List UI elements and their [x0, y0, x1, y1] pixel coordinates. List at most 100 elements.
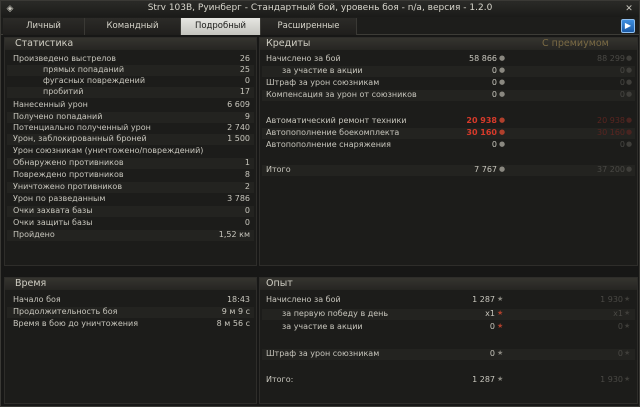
stats-row-value: 0	[244, 76, 250, 85]
stats-row-label: Обнаружено противников	[13, 158, 124, 167]
stats-row-value: 2	[244, 182, 250, 191]
stats-row-value: 6 609	[227, 100, 250, 109]
time-header: Время	[5, 278, 256, 290]
experience-row-value: 1 287	[472, 375, 495, 384]
credits-row: Компенсация за урон от союзников 0 ● 0 ●	[262, 90, 635, 101]
credits-panel: Кредиты С премиумом Начислено за бой 58 8…	[259, 37, 638, 266]
stats-row-label: Очки защиты базы	[13, 218, 93, 227]
stats-row: Потенциально полученный урон 2 740	[7, 123, 254, 134]
credits-row-value: 0	[491, 90, 497, 99]
credit-coin-icon: ●	[499, 116, 506, 124]
stats-row-value: 1 500	[227, 134, 250, 143]
experience-row-value: 1 287	[472, 295, 495, 304]
statistics-panel: Статистика Произведено выстрелов 26 прямых…	[4, 37, 257, 266]
credits-row-label: Автопополнение снаряжения	[266, 140, 391, 149]
stats-row: Получено попаданий 9	[7, 112, 254, 123]
stats-row: Урон союзникам (уничтожено/повреждений)	[7, 146, 254, 157]
window-title: Strv 103B, Руинберг - Стандартный бой, у…	[147, 3, 493, 13]
credit-coin-icon: ●	[499, 78, 506, 86]
time-row-value: 8 м 56 с	[216, 319, 250, 328]
xp-star-icon: ★	[497, 322, 504, 330]
credits-row-label: Автопополнение боекомплекта	[266, 128, 400, 137]
stats-row: Пройдено 1,52 км	[7, 230, 254, 241]
credits-row: Автопополнение боекомплекта 30 160 ● 30 160…	[262, 128, 635, 139]
experience-row-value: 0	[489, 322, 495, 331]
credit-coin-icon: ●	[499, 90, 506, 98]
credits-row-label: за участие в акции	[282, 66, 363, 75]
credits-row-premium: 88 299	[597, 54, 625, 63]
credit-coin-icon: ●	[626, 116, 633, 124]
xp-star-icon: ★	[624, 322, 631, 330]
stats-row-value: 25	[239, 65, 250, 74]
experience-row-value: 0	[489, 349, 495, 358]
stats-row-label: пробитий	[43, 87, 84, 96]
stats-row-value: 2 740	[227, 123, 250, 132]
stats-row-label: Урон союзникам (уничтожено/повреждений)	[13, 146, 204, 155]
next-arrow-button[interactable]: ▶	[621, 19, 635, 33]
stats-row-value: 8	[244, 170, 250, 179]
experience-row-label: Итого:	[266, 375, 294, 384]
stats-row: Уничтожено противников 2	[7, 182, 254, 193]
stats-row-value: 26	[239, 54, 250, 63]
stats-row-label: Повреждено противников	[13, 170, 124, 179]
credits-row-premium: 30 160	[597, 128, 625, 137]
battle-results-window: ◈ Strv 103B, Руинберг - Стандартный бой,…	[0, 0, 640, 407]
time-row-label: Продолжительность боя	[13, 307, 118, 316]
stats-row-value: 1,52 км	[218, 230, 250, 239]
stats-row: фугасных повреждений 0	[7, 76, 254, 87]
stats-row-label: Нанесенный урон	[13, 100, 88, 109]
xp-star-icon: ★	[624, 295, 631, 303]
credit-coin-icon: ●	[499, 165, 506, 173]
credit-coin-icon: ●	[499, 128, 506, 136]
credits-row: Штраф за урон союзникам 0 ● 0 ●	[262, 78, 635, 89]
credit-coin-icon: ●	[499, 140, 506, 148]
time-row-label: Начало боя	[13, 295, 61, 304]
experience-row: Штраф за урон союзникам 0 ★ 0 ★	[262, 349, 635, 360]
credits-row-premium: 0	[619, 66, 625, 75]
premium-header: С премиумом	[542, 38, 609, 49]
credit-coin-icon: ●	[626, 54, 633, 62]
xp-star-icon: ★	[497, 295, 504, 303]
tab-detailed-report[interactable]: Подробный отчет	[181, 18, 261, 48]
credit-coin-icon: ●	[626, 140, 633, 148]
experience-row: Начислено за бой 1 287 ★ 1 930 ★	[262, 295, 635, 306]
title-bar[interactable]: ◈ Strv 103B, Руинберг - Стандартный бой,…	[1, 1, 639, 17]
tab-bar: Личный результат Командный результат Под…	[1, 17, 639, 48]
time-panel: Время Начало боя 18:43 Продолжительность б…	[4, 277, 257, 404]
stats-row-label: Потенциально полученный урон	[13, 123, 151, 132]
time-row-value: 9 м 9 с	[221, 307, 250, 316]
xp-star-icon: ★	[497, 375, 504, 383]
credits-row-label: Компенсация за урон от союзников	[266, 90, 417, 99]
experience-header: Опыт	[260, 278, 637, 290]
credits-row-premium: 0	[619, 78, 625, 87]
experience-row-label: Начислено за бой	[266, 295, 341, 304]
credits-row: за участие в акции 0 ● 0 ●	[262, 66, 635, 77]
stats-row-label: Урон по разведанным	[13, 194, 106, 203]
credits-row-premium: 37 200	[597, 165, 625, 174]
credits-row-premium: 20 938	[597, 116, 625, 125]
xp-star-icon: ★	[624, 309, 631, 317]
stats-row-value: 0	[244, 206, 250, 215]
experience-row-premium: 1 930	[600, 295, 623, 304]
credit-coin-icon: ●	[626, 66, 633, 74]
experience-row-premium: 0	[617, 349, 623, 358]
stats-row-value: 3 786	[227, 194, 250, 203]
experience-row-premium: 0	[617, 322, 623, 331]
time-row: Продолжительность боя 9 м 9 с	[7, 307, 254, 318]
tab-team-result[interactable]: Командный результат	[85, 18, 181, 48]
credits-row: Автоматический ремонт техники 20 938 ● 20 9…	[262, 116, 635, 127]
experience-row-label: Штраф за урон союзникам	[266, 349, 380, 358]
stats-row-value: 9	[244, 112, 250, 121]
tab-extended-data[interactable]: Расширенные данные	[261, 18, 357, 48]
close-icon[interactable]: ✕	[623, 3, 635, 15]
credits-row-premium: 0	[619, 140, 625, 149]
tab-personal-result[interactable]: Личный результат	[3, 18, 85, 48]
credits-row-value: 20 938	[466, 116, 497, 125]
credit-coin-icon: ●	[626, 165, 633, 173]
stats-row: Очки защиты базы 0	[7, 218, 254, 229]
credit-coin-icon: ●	[499, 54, 506, 62]
credits-row-value: 58 866	[469, 54, 497, 63]
stats-row-label: Получено попаданий	[13, 112, 103, 121]
credit-coin-icon: ●	[626, 128, 633, 136]
credit-coin-icon: ●	[499, 66, 506, 74]
